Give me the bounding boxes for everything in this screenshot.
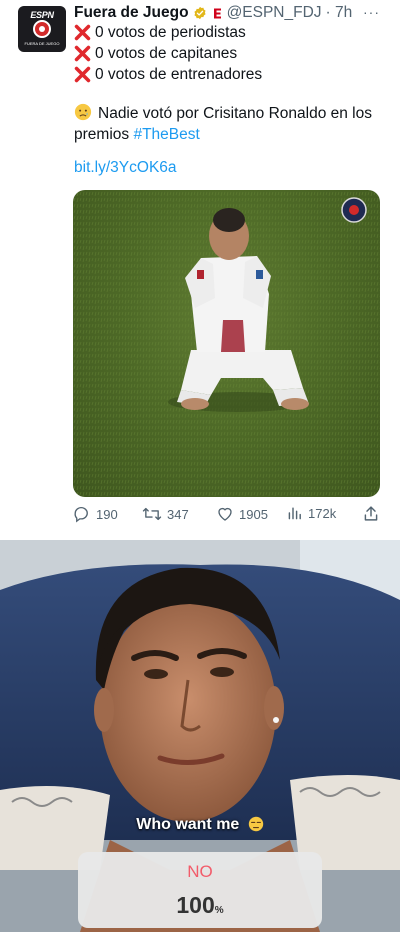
- avatar-brand: ESPN: [30, 10, 54, 20]
- retweet-button[interactable]: 347: [142, 505, 189, 523]
- player-photo: [73, 190, 380, 497]
- like-button[interactable]: 1905: [216, 505, 268, 523]
- affiliate-badge-icon: [211, 6, 223, 20]
- crying-face-icon: [74, 103, 92, 121]
- reply-count: 190: [96, 506, 118, 522]
- view-count: 172k: [308, 505, 337, 521]
- short-link[interactable]: bit.ly/3YcOK6a: [74, 157, 177, 178]
- avatar-ball-icon: [33, 20, 51, 38]
- hashtag-link[interactable]: #TheBest: [133, 126, 199, 143]
- reply-button[interactable]: 190: [73, 505, 118, 523]
- author-name[interactable]: Fuera de Juego: [74, 4, 189, 22]
- cross-mark-icon: [74, 24, 91, 41]
- author-handle[interactable]: @ESPN_FDJ: [227, 4, 322, 22]
- retweet-icon: [142, 507, 162, 521]
- tweet-line-1: 0 votos de periodistas: [74, 22, 384, 43]
- tweet-line-text: 0 votos de periodistas: [95, 24, 246, 41]
- unamused-face-icon: [248, 816, 263, 832]
- tweet-time[interactable]: · 7h: [326, 4, 353, 22]
- share-button[interactable]: [363, 505, 384, 522]
- tweet-text: 0 votos de periodistas 0 votos de capita…: [74, 22, 384, 178]
- share-icon: [364, 506, 378, 521]
- poll-option-label[interactable]: NO: [78, 862, 322, 882]
- retweet-count: 347: [167, 506, 189, 522]
- analytics-icon: [288, 507, 301, 520]
- tweet-card[interactable]: ESPN FUERA DE JUEGO Fuera de Juego @ESPN…: [0, 0, 400, 540]
- story-poll[interactable]: NO 100%: [78, 852, 322, 928]
- cross-mark-icon: [74, 45, 91, 62]
- tweet-actions: 190 347 1905 172k: [73, 505, 383, 525]
- story-caption: Who want me: [0, 816, 400, 834]
- tweet-media-image[interactable]: [73, 190, 380, 497]
- tweet-line-3: 0 votos de entrenadores: [74, 64, 384, 85]
- cross-mark-icon: [74, 66, 91, 83]
- like-count: 1905: [239, 506, 268, 522]
- tweet-line-text: 0 votos de entrenadores: [95, 66, 263, 83]
- more-options-icon[interactable]: ···: [363, 4, 380, 20]
- reply-icon: [74, 506, 88, 523]
- tweet-line-text: 0 votos de capitanes: [95, 45, 238, 62]
- tweet-message-text: Nadie votó por Crisitano Ronaldo en los …: [74, 105, 372, 143]
- tweet-line-2: 0 votos de capitanes: [74, 43, 384, 64]
- heart-icon: [218, 507, 232, 521]
- author-avatar[interactable]: ESPN FUERA DE JUEGO: [18, 6, 66, 52]
- avatar-subtitle: FUERA DE JUEGO: [24, 41, 60, 46]
- story-caption-text: Who want me: [136, 816, 240, 833]
- tweet-message: Nadie votó por Crisitano Ronaldo en los …: [74, 103, 384, 145]
- verified-badge-icon: [194, 6, 206, 20]
- poll-percent: 100: [176, 892, 215, 918]
- poll-unit: %: [214, 905, 224, 916]
- story-image[interactable]: Who want me NO 100%: [0, 540, 400, 932]
- tweet-header: Fuera de Juego @ESPN_FDJ · 7h: [74, 3, 352, 23]
- poll-result: 100%: [78, 892, 322, 919]
- views-button[interactable]: 172k: [287, 505, 336, 521]
